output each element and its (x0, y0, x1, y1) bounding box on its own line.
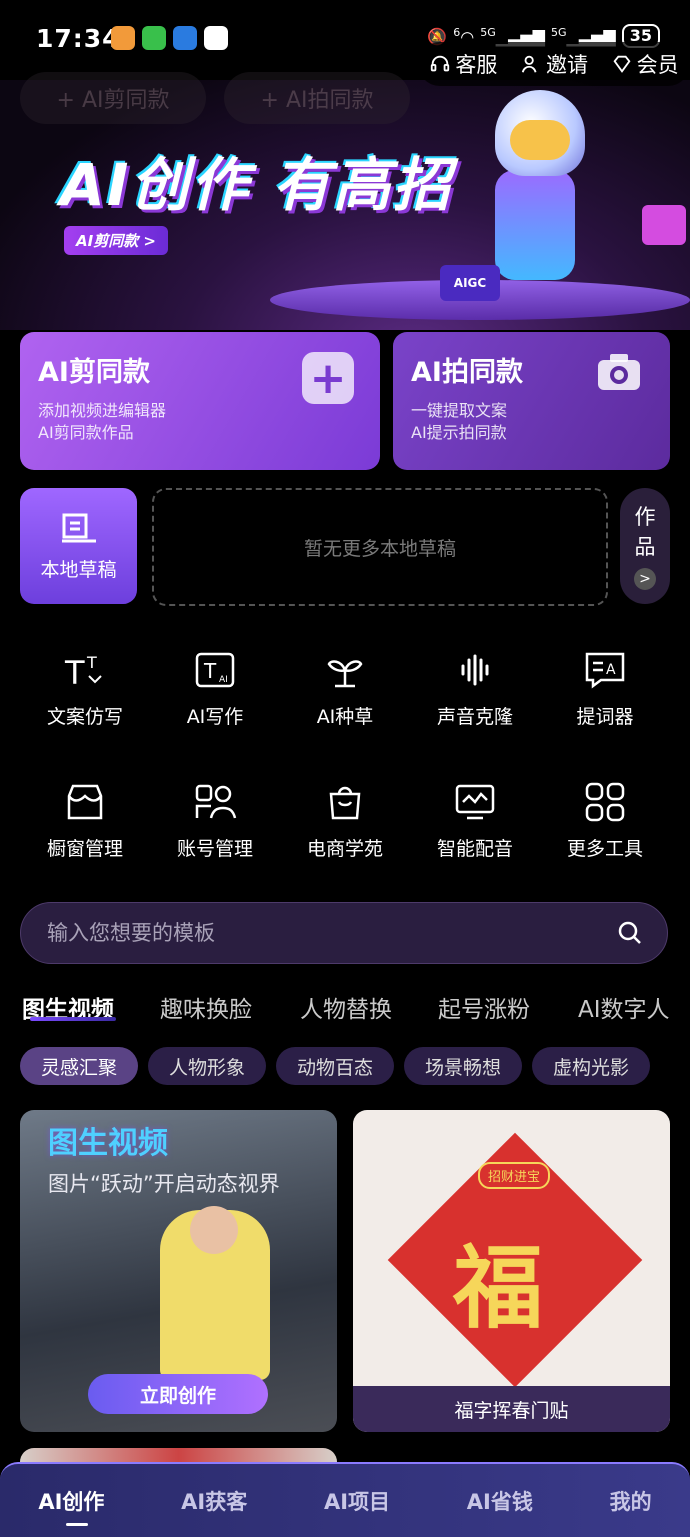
chevron-right-icon: > (634, 568, 656, 590)
svg-text:AI: AI (219, 675, 228, 685)
tab-grow-followers[interactable]: 起号涨粉 (438, 990, 530, 1024)
nav-ai-create[interactable]: AI创作 (38, 1486, 104, 1526)
svg-text:T: T (64, 654, 85, 690)
camera-icon[interactable] (596, 352, 642, 392)
create-now-button[interactable]: 立即创作 (88, 1374, 268, 1414)
chip-animals[interactable]: 动物百态 (276, 1047, 394, 1085)
dubbing-icon (455, 784, 495, 820)
headset-icon (431, 55, 450, 72)
ghost-cut-button: + AI剪同款 (20, 72, 206, 124)
tab-character-replace[interactable]: 人物替换 (300, 990, 392, 1024)
tool-ai-seeding[interactable]: AI种草 (280, 650, 410, 729)
ai-shoot-title: AI拍同款 (411, 357, 523, 388)
aigc-badge: AIGC (440, 265, 500, 301)
tool-smart-dubbing[interactable]: 智能配音 (410, 782, 540, 861)
search-icon[interactable] (617, 920, 643, 946)
tool-account[interactable]: 账号管理 (150, 782, 280, 861)
member-link[interactable]: 会员 (611, 49, 679, 79)
ai-shoot-card[interactable]: AI拍同款 一键提取文案 AI提示拍同款 (393, 332, 670, 470)
account-icon (195, 784, 237, 819)
top-links-bar: 客服 邀请 会员 (418, 42, 690, 86)
diamond-icon (613, 55, 631, 73)
drafts-empty-placeholder: 暂无更多本地草稿 (152, 488, 608, 606)
nav-me[interactable]: 我的 (610, 1486, 652, 1516)
card-photo-person-head (190, 1206, 238, 1254)
play-icon (642, 205, 686, 245)
tool-storefront[interactable]: 橱窗管理 (20, 782, 150, 861)
svg-text:T: T (86, 653, 97, 672)
active-tab-indicator (30, 1017, 116, 1021)
chip-fantasy-light[interactable]: 虚构光影 (532, 1047, 650, 1085)
ai-writing-icon: T AI (195, 652, 235, 688)
svg-text:T: T (203, 659, 217, 683)
fu-character: 福 (453, 1235, 543, 1341)
tab-face-swap[interactable]: 趣味换脸 (160, 990, 252, 1024)
banner-tag-button[interactable]: AI剪同款 > (64, 226, 168, 255)
user-add-icon (521, 55, 537, 73)
grid-icon (585, 782, 625, 822)
bottom-navigation: AI创作 AI获客 AI项目 AI省钱 我的 (0, 1462, 690, 1537)
ai-cut-card[interactable]: AI剪同款 添加视频进编辑器 AI剪同款作品 + (20, 332, 380, 470)
banner-title: AI创作 有高招 (60, 151, 453, 219)
tool-ai-writing[interactable]: T AI AI写作 (150, 650, 280, 729)
ai-cut-title: AI剪同款 (38, 357, 150, 388)
banner-mascot-body (495, 170, 575, 280)
wechat-icon (142, 26, 166, 50)
qq-icon (204, 26, 228, 50)
service-link[interactable]: 客服 (429, 49, 497, 79)
tool-more[interactable]: 更多工具 (540, 782, 670, 861)
content-card-image-to-video[interactable]: 图生视频 图片“跃动”开启动态视界 立即创作 (20, 1110, 337, 1432)
storefront-icon (67, 784, 103, 820)
tool-ecommerce-school[interactable]: 电商学苑 (280, 782, 410, 861)
tool-voice-clone[interactable]: 声音克隆 (410, 650, 540, 729)
search-input[interactable] (45, 920, 617, 946)
teleprompter-icon: A (585, 652, 625, 689)
tab-digital-human[interactable]: AI数字人 (578, 990, 670, 1024)
card-title: 图生视频 (48, 1126, 168, 1161)
fu-tag: 招财进宝 (478, 1162, 551, 1189)
status-time: 17:34 (36, 24, 121, 53)
chip-character[interactable]: 人物形象 (148, 1047, 266, 1085)
invite-link[interactable]: 邀请 (520, 49, 588, 79)
plus-icon[interactable]: + (302, 352, 354, 404)
svg-text:A: A (606, 662, 616, 678)
notification-app-icon (173, 26, 197, 50)
ai-cut-desc: 添加视频进编辑器 AI剪同款作品 (38, 401, 167, 442)
ghost-shoot-button: + AI拍同款 (224, 72, 410, 124)
notification-app-icon (111, 26, 135, 50)
template-search-bar[interactable] (20, 902, 668, 964)
chip-scenes[interactable]: 场景畅想 (404, 1047, 522, 1085)
tool-text-rewrite[interactable]: TT 文案仿写 (20, 650, 150, 729)
text-rewrite-icon: TT (64, 653, 102, 690)
local-drafts-label: 本地草稿 (40, 558, 117, 581)
drafts-icon (61, 513, 96, 542)
content-card-fu[interactable]: 招财进宝 福 福字挥春门贴 (353, 1110, 670, 1432)
nav-ai-save[interactable]: AI省钱 (467, 1486, 533, 1516)
card-caption: 福字挥春门贴 (353, 1386, 670, 1432)
banner-mascot-face (510, 120, 570, 160)
tool-teleprompter[interactable]: A 提词器 (540, 650, 670, 729)
sprout-icon (327, 660, 363, 688)
voice-clone-icon (461, 654, 489, 686)
local-drafts-button[interactable]: 本地草稿 (20, 488, 137, 604)
chip-inspiration[interactable]: 灵感汇聚 (20, 1047, 138, 1085)
card-subtitle: 图片“跃动”开启动态视界 (48, 1172, 280, 1196)
shopping-bag-icon (329, 786, 361, 820)
nav-ai-customers[interactable]: AI获客 (181, 1486, 247, 1516)
ai-shoot-desc: 一键提取文案 AI提示拍同款 (411, 401, 508, 442)
works-button[interactable]: 作 品 > (620, 488, 670, 604)
nav-ai-projects[interactable]: AI项目 (324, 1486, 390, 1516)
